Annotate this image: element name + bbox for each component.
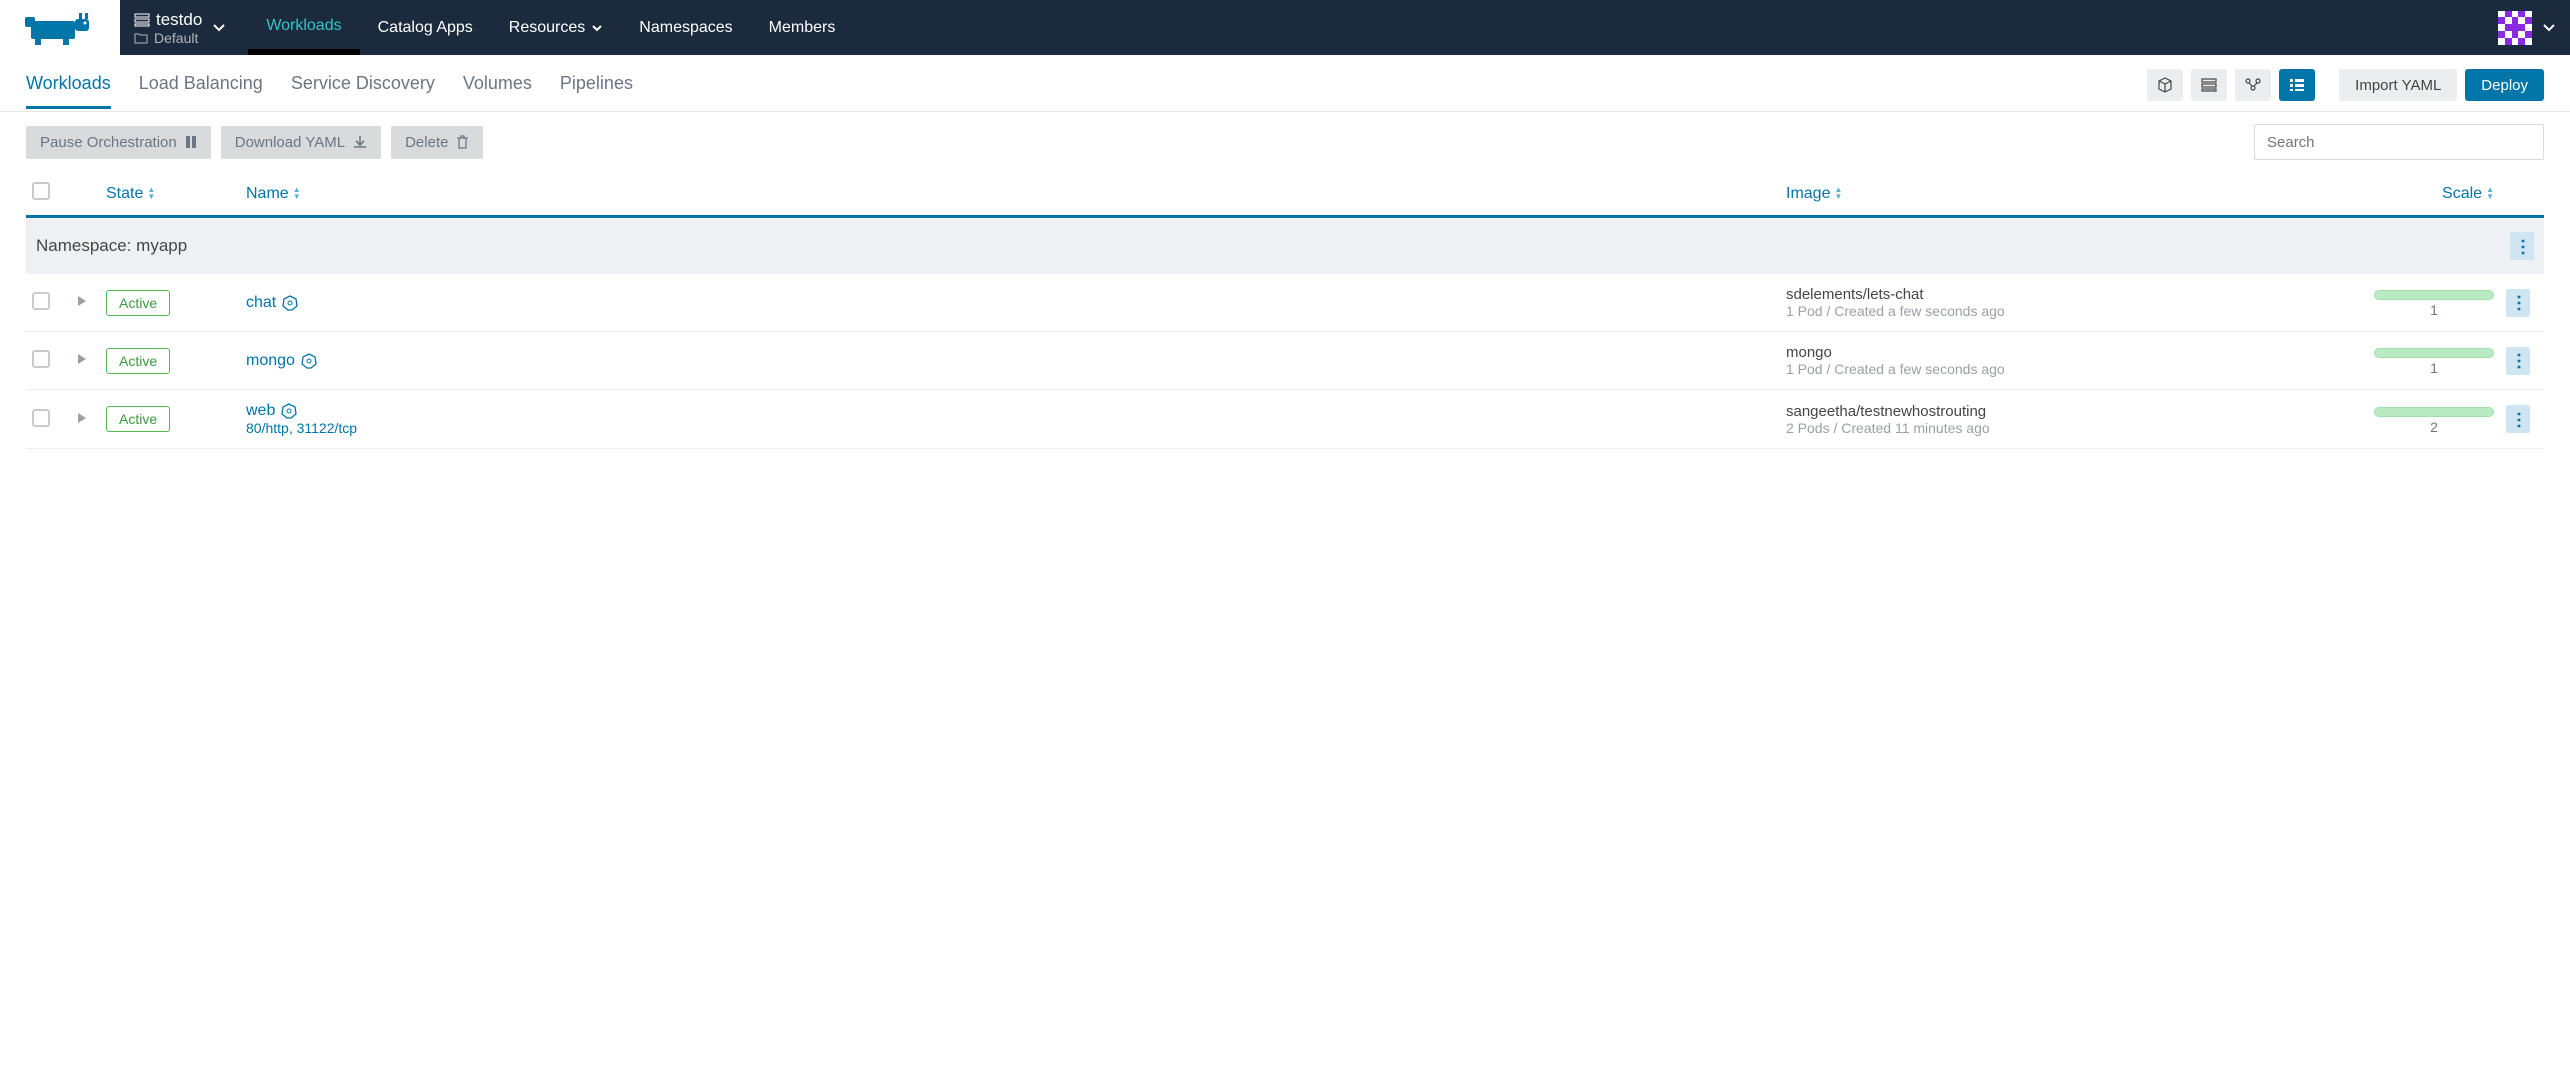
col-state[interactable]: State▲▼ bbox=[100, 172, 240, 217]
sort-icon: ▲▼ bbox=[1834, 186, 1842, 200]
expand-row-icon[interactable] bbox=[76, 411, 88, 425]
namespace-actions-menu[interactable]: ⋯ bbox=[2510, 232, 2534, 260]
row-actions-menu[interactable]: ⋯ bbox=[2506, 405, 2530, 433]
image-meta: 2 Pods / Created 11 minutes ago bbox=[1786, 420, 2334, 436]
row-actions-menu[interactable]: ⋯ bbox=[2506, 347, 2530, 375]
table-row: Active mongo mongo 1 Pod / Created a few… bbox=[26, 332, 2544, 390]
image-meta: 1 Pod / Created a few seconds ago bbox=[1786, 361, 2334, 377]
pause-icon bbox=[185, 135, 197, 149]
view-list-icon[interactable] bbox=[2279, 69, 2315, 101]
tab-load-balancing[interactable]: Load Balancing bbox=[139, 73, 263, 108]
import-yaml-button[interactable]: Import YAML bbox=[2339, 69, 2457, 101]
image-name: mongo bbox=[1786, 344, 2334, 361]
row-checkbox[interactable] bbox=[32, 409, 50, 427]
chevron-down-icon bbox=[2542, 23, 2556, 33]
row-checkbox[interactable] bbox=[32, 292, 50, 310]
col-scale[interactable]: Scale▲▼ bbox=[2340, 172, 2500, 217]
view-group-icon[interactable] bbox=[2235, 69, 2271, 101]
expand-row-icon[interactable] bbox=[76, 294, 88, 308]
trash-icon bbox=[456, 135, 469, 149]
nav-resources[interactable]: Resources bbox=[491, 0, 621, 55]
port-link[interactable]: 80/http bbox=[246, 420, 289, 436]
namespace-label: Namespace: myapp bbox=[26, 217, 2500, 275]
view-stack-icon[interactable] bbox=[2191, 69, 2227, 101]
select-all-checkbox[interactable] bbox=[32, 182, 50, 200]
sort-icon: ▲▼ bbox=[293, 186, 301, 200]
col-name[interactable]: Name▲▼ bbox=[240, 172, 1780, 217]
workload-name-link[interactable]: mongo bbox=[246, 352, 295, 370]
rancher-logo-icon bbox=[25, 11, 95, 45]
scale-indicator: 2 bbox=[2374, 407, 2494, 435]
col-image[interactable]: Image▲▼ bbox=[1780, 172, 2340, 217]
table-row: Active web 80/http, 31122/tcp sangeetha/… bbox=[26, 390, 2544, 449]
row-checkbox[interactable] bbox=[32, 350, 50, 368]
tab-workloads[interactable]: Workloads bbox=[26, 73, 111, 108]
row-actions-menu[interactable]: ⋯ bbox=[2506, 289, 2530, 317]
image-meta: 1 Pod / Created a few seconds ago bbox=[1786, 303, 2334, 319]
kubernetes-icon bbox=[301, 353, 317, 369]
kubernetes-icon bbox=[282, 295, 298, 311]
state-badge: Active bbox=[106, 290, 170, 316]
chevron-down-icon bbox=[591, 24, 603, 32]
deploy-button[interactable]: Deploy bbox=[2465, 69, 2544, 101]
workload-name-link[interactable]: web bbox=[246, 402, 275, 420]
folder-icon bbox=[134, 32, 148, 44]
project-selector[interactable]: testdo Default bbox=[120, 0, 248, 55]
stack-icon bbox=[134, 13, 150, 27]
action-bar: Pause Orchestration Download YAML Delete bbox=[0, 112, 2570, 172]
chevron-down-icon bbox=[212, 23, 226, 33]
workloads-table: State▲▼ Name▲▼ Image▲▼ Scale▲▼ Namespace… bbox=[26, 172, 2544, 449]
workload-name-link[interactable]: chat bbox=[246, 294, 276, 312]
image-name: sangeetha/testnewhostrouting bbox=[1786, 403, 2334, 420]
project-namespace: Default bbox=[154, 30, 198, 46]
search-input[interactable] bbox=[2254, 124, 2544, 160]
scale-indicator: 1 bbox=[2374, 348, 2494, 376]
sort-icon: ▲▼ bbox=[2486, 186, 2494, 200]
image-name: sdelements/lets-chat bbox=[1786, 286, 2334, 303]
search-box bbox=[2254, 124, 2544, 160]
tab-pipelines[interactable]: Pipelines bbox=[560, 73, 633, 108]
nav-namespaces[interactable]: Namespaces bbox=[621, 0, 750, 55]
port-link[interactable]: 31122/tcp bbox=[297, 420, 357, 436]
state-badge: Active bbox=[106, 348, 170, 374]
nav-workloads[interactable]: Workloads bbox=[248, 0, 359, 55]
expand-row-icon[interactable] bbox=[76, 352, 88, 366]
sub-nav: Workloads Load Balancing Service Discove… bbox=[0, 55, 2570, 112]
logo[interactable] bbox=[0, 0, 120, 55]
download-yaml-button[interactable]: Download YAML bbox=[221, 126, 381, 159]
view-cube-icon[interactable] bbox=[2147, 69, 2183, 101]
state-badge: Active bbox=[106, 406, 170, 432]
user-menu[interactable] bbox=[2484, 0, 2570, 55]
nav-catalog-apps[interactable]: Catalog Apps bbox=[360, 0, 491, 55]
avatar-icon bbox=[2498, 11, 2532, 45]
namespace-group-row: Namespace: myapp ⋯ bbox=[26, 217, 2544, 275]
project-name: testdo bbox=[156, 10, 202, 30]
sort-icon: ▲▼ bbox=[147, 186, 155, 200]
nav-members[interactable]: Members bbox=[751, 0, 854, 55]
download-icon bbox=[353, 135, 367, 149]
tab-service-discovery[interactable]: Service Discovery bbox=[291, 73, 435, 108]
top-nav: testdo Default Workloads Catalog Apps Re… bbox=[0, 0, 2570, 55]
pause-orchestration-button[interactable]: Pause Orchestration bbox=[26, 126, 211, 159]
scale-indicator: 1 bbox=[2374, 290, 2494, 318]
tab-volumes[interactable]: Volumes bbox=[463, 73, 532, 108]
delete-button[interactable]: Delete bbox=[391, 126, 483, 159]
nav-items: Workloads Catalog Apps Resources Namespa… bbox=[248, 0, 853, 55]
kubernetes-icon bbox=[281, 403, 297, 419]
table-row: Active chat sdelements/lets-chat 1 Pod /… bbox=[26, 274, 2544, 332]
